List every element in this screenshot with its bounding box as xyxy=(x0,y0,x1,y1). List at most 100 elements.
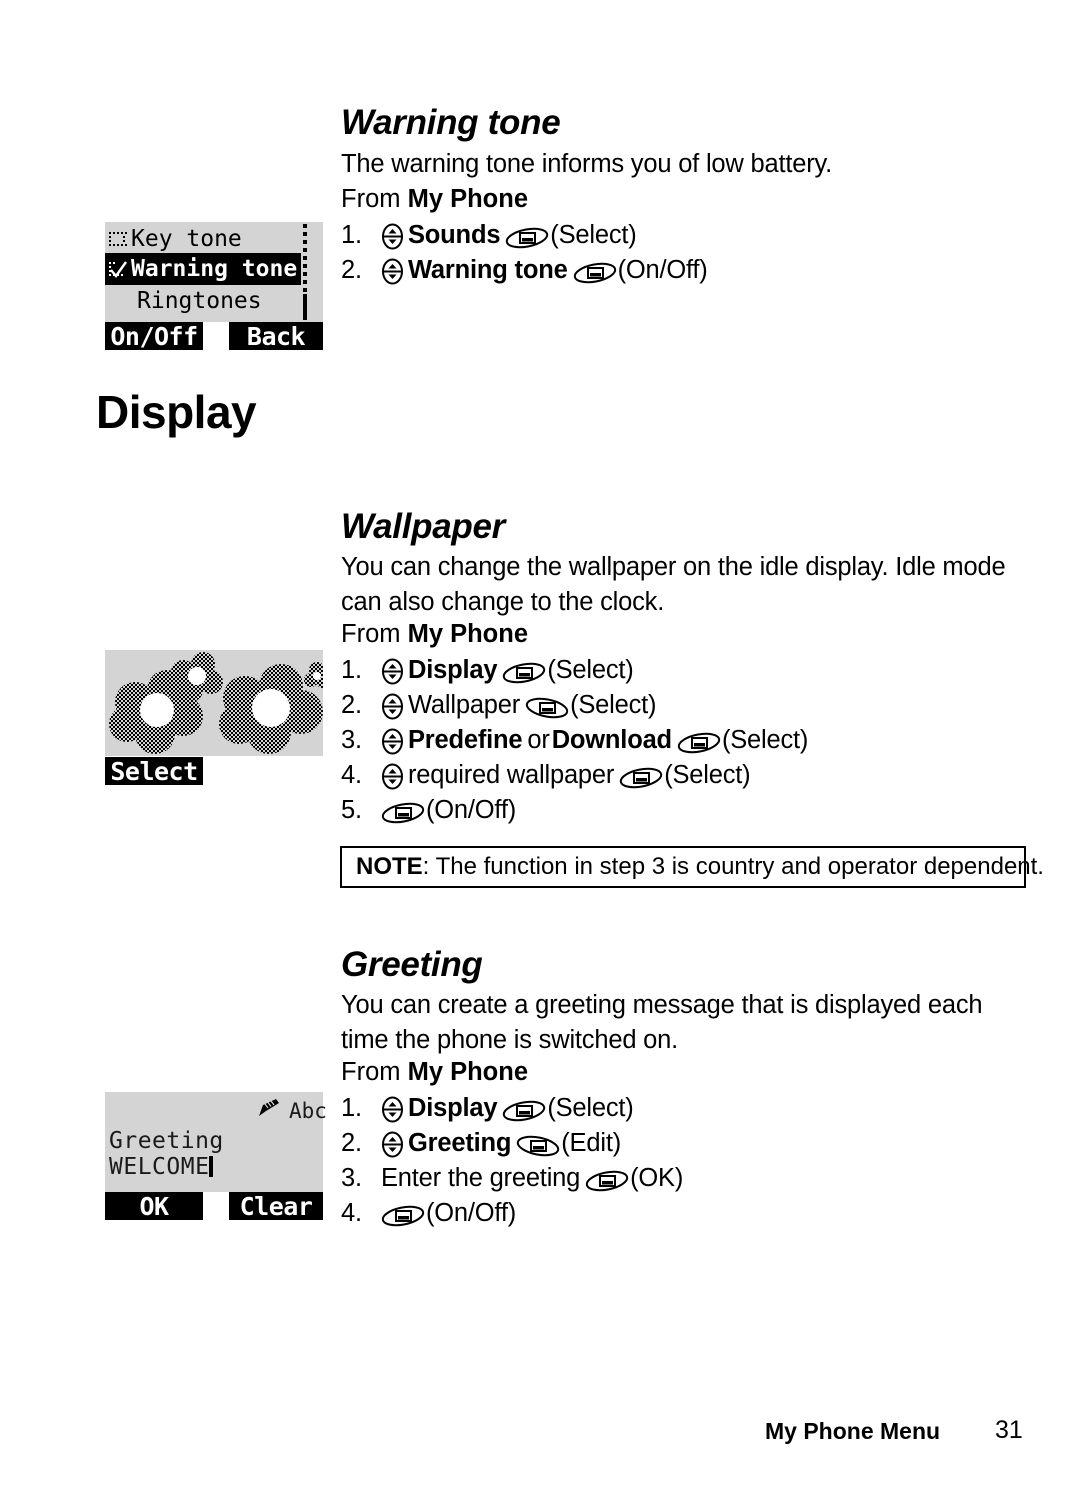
step-item: 2. Wallpaper (Select) xyxy=(341,688,808,723)
wallpaper-body-line-1: You can change the wallpaper on the idle… xyxy=(341,553,1006,581)
greeting-body-line-1: You can create a greeting message that i… xyxy=(341,991,983,1019)
step-label-conjunction: or xyxy=(527,726,550,754)
step-action: (Edit) xyxy=(561,1129,621,1157)
step-action: (On/Off) xyxy=(617,256,708,284)
step-label-predefine: Predefine xyxy=(408,726,523,754)
greeting-heading: Greeting xyxy=(341,945,483,984)
text-cursor xyxy=(209,1156,214,1177)
step-item: 5. (On/Off) xyxy=(341,793,808,828)
pencil-icon xyxy=(257,1098,281,1122)
step-label: Wallpaper xyxy=(408,691,521,719)
nav-key-icon xyxy=(381,693,404,720)
step-action: (OK) xyxy=(630,1164,684,1192)
softkey-ok[interactable]: OK xyxy=(105,1192,203,1221)
step-action: (Select) xyxy=(570,691,657,719)
greeting-field-value-wrap[interactable]: WELCOME xyxy=(109,1154,214,1180)
from-menu-name: My Phone xyxy=(407,1058,529,1086)
from-menu-name: My Phone xyxy=(407,620,529,648)
right-soft-key-icon xyxy=(525,696,569,720)
greeting-body-line-2: time the phone is switched on. xyxy=(341,1026,679,1054)
step-label: required wallpaper xyxy=(408,761,615,789)
wallpaper-heading: Wallpaper xyxy=(341,507,505,546)
menu-item-ringtones[interactable]: Ringtones xyxy=(133,286,293,316)
phone-screen-greeting-editor: Abc Greeting WELCOME xyxy=(105,1092,327,1192)
warning-tone-steps: 1. Sounds (Select) 2. Warning tone (On/O… xyxy=(341,218,708,288)
footer-section-title: My Phone Menu xyxy=(765,1418,941,1444)
step-number: 4. xyxy=(341,761,362,789)
step-action: (Select) xyxy=(547,656,634,684)
menu-item-key-tone[interactable]: Key tone xyxy=(108,224,298,254)
step-item: 1. Sounds (Select) xyxy=(341,218,708,253)
step-number: 3. xyxy=(341,726,362,754)
step-action: (Select) xyxy=(721,726,809,754)
note-label: NOTE xyxy=(356,853,423,880)
step-action: (On/Off) xyxy=(426,1199,517,1227)
step-number: 2. xyxy=(341,1129,362,1157)
wallpaper-body-line-2: can also change to the clock. xyxy=(341,588,665,616)
step-number: 2. xyxy=(341,691,362,719)
nav-key-icon xyxy=(381,763,404,790)
step-action: (Select) xyxy=(550,221,637,249)
wallpaper-steps: 1. Display (Select) 2. Wallpaper (Select… xyxy=(341,653,808,828)
nav-key-icon xyxy=(381,728,404,755)
step-item: 3. Predefine or Download (Select) xyxy=(341,723,808,758)
manual-page: Warning tone The warning tone informs yo… xyxy=(0,0,1080,1500)
softkey-back[interactable]: Back xyxy=(229,322,323,351)
scrollbar-thumb[interactable] xyxy=(303,294,307,320)
step-number: 1. xyxy=(341,1094,362,1122)
step-action: (Select) xyxy=(547,1094,634,1122)
checkbox-empty-icon xyxy=(108,230,127,249)
menu-item-label: Key tone xyxy=(131,226,242,252)
nav-key-icon xyxy=(381,658,404,685)
step-label: Display xyxy=(408,1094,498,1122)
phone-screen-sounds-menu: Key tone Warning tone Ringtones xyxy=(105,222,323,322)
step-number: 2. xyxy=(341,256,362,284)
warning-tone-body: The warning tone informs you of low batt… xyxy=(341,150,833,178)
step-number: 1. xyxy=(341,221,362,249)
left-soft-key-icon xyxy=(502,661,546,685)
from-prefix: From xyxy=(341,620,408,648)
step-action: (Select) xyxy=(664,761,751,789)
left-soft-key-icon xyxy=(677,731,721,755)
menu-item-label: Warning tone xyxy=(131,256,298,282)
left-soft-key-icon xyxy=(381,1204,425,1228)
warning-tone-from-line: From My Phone xyxy=(341,185,528,214)
step-label-download: Download xyxy=(551,726,672,754)
wallpaper-flowers-image xyxy=(109,652,323,754)
scrollbar-track[interactable] xyxy=(303,224,307,292)
left-soft-key-icon xyxy=(619,766,663,790)
phone-screen-wallpaper-preview xyxy=(105,650,323,756)
step-item: 2. Warning tone (On/Off) xyxy=(341,253,708,288)
step-number: 3. xyxy=(341,1164,362,1192)
step-item: 4. required wallpaper (Select) xyxy=(341,758,808,793)
input-mode-label: Abc xyxy=(289,1099,327,1123)
menu-item-warning-tone[interactable]: Warning tone xyxy=(105,253,301,285)
left-soft-key-icon xyxy=(585,1169,629,1193)
nav-key-icon xyxy=(381,1131,404,1158)
step-item: 1. Display (Select) xyxy=(341,1091,683,1126)
step-item: 2. Greeting (Edit) xyxy=(341,1126,683,1161)
menu-item-label: Ringtones xyxy=(137,288,262,314)
softkey-clear[interactable]: Clear xyxy=(229,1192,323,1221)
nav-key-icon xyxy=(381,223,404,250)
from-prefix: From xyxy=(341,185,408,213)
step-number: 5. xyxy=(341,796,362,824)
softkey-on-off[interactable]: On/Off xyxy=(105,322,203,351)
greeting-field-value: WELCOME xyxy=(109,1154,210,1180)
softkey-select[interactable]: Select xyxy=(105,757,203,786)
step-label: Greeting xyxy=(408,1129,512,1157)
left-soft-key-icon xyxy=(505,226,549,250)
from-menu-name: My Phone xyxy=(407,185,529,213)
right-soft-key-icon xyxy=(516,1134,560,1158)
greeting-from-line: From My Phone xyxy=(341,1058,528,1087)
step-item: 1. Display (Select) xyxy=(341,653,808,688)
warning-tone-heading: Warning tone xyxy=(341,103,561,142)
step-label: Enter the greeting xyxy=(381,1164,581,1192)
greeting-field-label: Greeting xyxy=(109,1128,224,1154)
from-prefix: From xyxy=(341,1058,408,1086)
step-item: 4. (On/Off) xyxy=(341,1196,683,1231)
page-title-display: Display xyxy=(96,386,257,438)
left-soft-key-icon xyxy=(381,801,425,825)
nav-key-icon xyxy=(381,258,404,285)
greeting-steps: 1. Display (Select) 2. Greeting (Edit) 3… xyxy=(341,1091,683,1231)
